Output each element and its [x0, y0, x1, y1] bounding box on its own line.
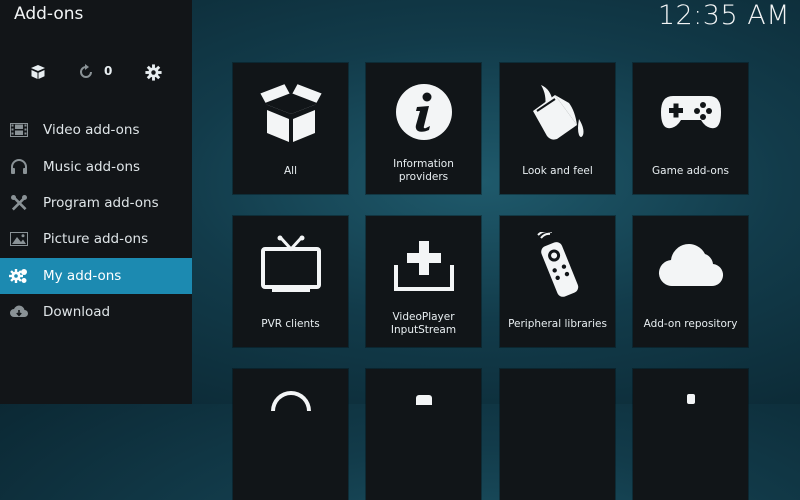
update-count: 0 [104, 64, 113, 78]
gears-icon [9, 266, 29, 286]
tile-addon-repository[interactable]: Add-on repository [633, 216, 748, 347]
sidebar-item-label: Program add-ons [43, 194, 159, 211]
tile-label: PVR clients [261, 317, 320, 330]
sidebar-item-label: Video add-ons [43, 122, 140, 139]
clock: 12:35 AM [657, 0, 790, 31]
tile-peripheral-libraries[interactable]: Peripheral libraries [500, 216, 615, 347]
sidebar: Add-ons 0 Video add-ons Music add-ons Pr… [0, 0, 192, 404]
sidebar-item-label: Download [43, 304, 111, 321]
picture-icon [9, 229, 29, 249]
sidebar-toolbar: 0 [0, 62, 192, 82]
tile-videoplayer-inputstream[interactable]: VideoPlayer InputStream [366, 216, 481, 347]
tile-label: Information providers [393, 158, 454, 183]
tile-label: VideoPlayer InputStream [390, 311, 457, 336]
tools-icon [9, 193, 29, 213]
tile-label: Add-on repository [643, 317, 738, 330]
remote-icon [500, 232, 615, 298]
usb-icon [687, 394, 695, 404]
sidebar-item-label: Music add-ons [43, 158, 141, 175]
sidebar-item-music-addons[interactable]: Music add-ons [0, 148, 192, 184]
page-title: Add-ons [14, 4, 84, 24]
sidebar-menu: Video add-ons Music add-ons Program add-… [0, 112, 192, 330]
cloud-icon [633, 232, 748, 298]
sidebar-item-program-addons[interactable]: Program add-ons [0, 185, 192, 221]
sidebar-item-video-addons[interactable]: Video add-ons [0, 112, 192, 148]
cloud-download-icon [9, 302, 29, 322]
tile-game-addons[interactable]: Game add-ons [633, 63, 748, 194]
sidebar-item-label: My add-ons [43, 267, 122, 284]
tile-all[interactable]: All [233, 63, 348, 194]
refresh-icon[interactable] [76, 62, 96, 82]
film-icon [9, 120, 29, 140]
open-box-icon [233, 79, 348, 145]
sidebar-item-my-addons[interactable]: My add-ons [0, 257, 192, 294]
headphones-icon [9, 157, 29, 177]
paint-bucket-icon [500, 79, 615, 145]
sidebar-item-label: Picture add-ons [43, 231, 149, 248]
tile-partial[interactable] [366, 369, 481, 500]
open-box-icon[interactable] [28, 62, 48, 82]
tile-partial[interactable] [500, 369, 615, 500]
tile-partial[interactable] [633, 369, 748, 500]
tile-label: Peripheral libraries [508, 317, 607, 330]
tile-label: All [283, 164, 298, 177]
tile-information-providers[interactable]: Information providers [366, 63, 481, 194]
info-icon [366, 79, 481, 145]
globe-icon [271, 391, 311, 411]
tile-label: Game add-ons [652, 164, 729, 177]
sidebar-item-download[interactable]: Download [0, 294, 192, 330]
sidebar-item-picture-addons[interactable]: Picture add-ons [0, 221, 192, 257]
gear-icon[interactable] [143, 62, 163, 82]
tile-label: Look and feel [522, 164, 593, 177]
tile-partial[interactable] [233, 369, 348, 500]
tile-pvr-clients[interactable]: PVR clients [233, 216, 348, 347]
tile-look-and-feel[interactable]: Look and feel [500, 63, 615, 194]
tv-icon [233, 232, 348, 298]
gamepad-icon [633, 79, 748, 145]
inputstream-icon [366, 232, 481, 298]
